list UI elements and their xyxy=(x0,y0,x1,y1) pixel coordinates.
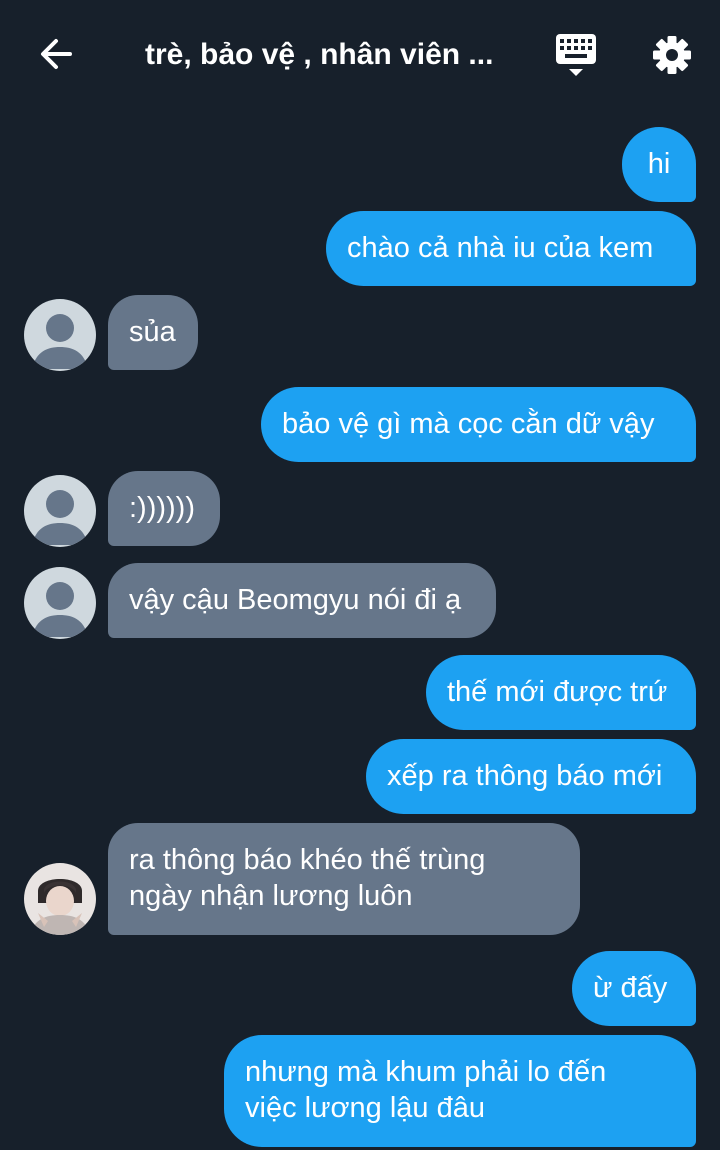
photo-avatar[interactable] xyxy=(24,863,96,935)
settings-button[interactable] xyxy=(647,30,697,80)
incoming-message[interactable]: sủa xyxy=(108,295,198,370)
incoming-message[interactable]: ra thông báo khéo thế trùng ngày nhận lư… xyxy=(108,823,580,935)
outgoing-message[interactable]: chào cả nhà iu của kem xyxy=(326,211,696,286)
keyboard-icon xyxy=(556,34,596,76)
message-text-line: nhưng mà khum phải lo đến xyxy=(245,1056,607,1088)
message-text: thế mới được trứ xyxy=(447,676,668,708)
conversation-title[interactable]: trè, bảo vệ , nhân viên ... xyxy=(145,36,505,74)
message-text: bảo vệ gì mà cọc cằn dữ vậy xyxy=(282,408,655,440)
message-text: hi xyxy=(647,148,671,180)
outgoing-message[interactable]: nhưng mà khum phải lo đến việc lương lậu… xyxy=(224,1035,696,1147)
outgoing-message[interactable]: xếp ra thông báo mới xyxy=(366,739,696,814)
message-list[interactable]: hi chào cả nhà iu của kem sủa bảo vệ gì … xyxy=(0,110,720,1150)
default-avatar[interactable] xyxy=(24,475,96,547)
default-avatar[interactable] xyxy=(24,567,96,639)
message-text: chào cả nhà iu của kem xyxy=(347,232,654,264)
default-avatar[interactable] xyxy=(24,299,96,371)
back-button[interactable] xyxy=(32,30,80,78)
outgoing-message[interactable]: bảo vệ gì mà cọc cằn dữ vậy xyxy=(261,387,696,462)
keyboard-button[interactable] xyxy=(550,30,604,80)
message-text: :)))))) xyxy=(129,492,196,524)
outgoing-message[interactable]: hi xyxy=(622,127,696,202)
outgoing-message[interactable]: ừ đấy xyxy=(572,951,696,1026)
incoming-message[interactable]: vậy cậu Beomgyu nói đi ạ xyxy=(108,563,496,638)
message-text: sủa xyxy=(129,316,176,348)
message-text-line: ra thông báo khéo thế trùng xyxy=(129,844,486,876)
message-text: vậy cậu Beomgyu nói đi ạ xyxy=(129,584,462,616)
incoming-message[interactable]: :)))))) xyxy=(108,471,220,546)
message-text-line: ngày nhận lương luôn xyxy=(129,880,413,912)
outgoing-message[interactable]: thế mới được trứ xyxy=(426,655,696,730)
message-text-line: việc lương lậu đâu xyxy=(245,1092,485,1124)
gear-icon xyxy=(653,36,691,74)
chat-header: trè, bảo vệ , nhân viên ... xyxy=(0,0,720,110)
message-text: ừ đấy xyxy=(593,972,668,1004)
message-text: xếp ra thông báo mới xyxy=(387,760,663,792)
arrow-left-icon xyxy=(41,39,72,69)
